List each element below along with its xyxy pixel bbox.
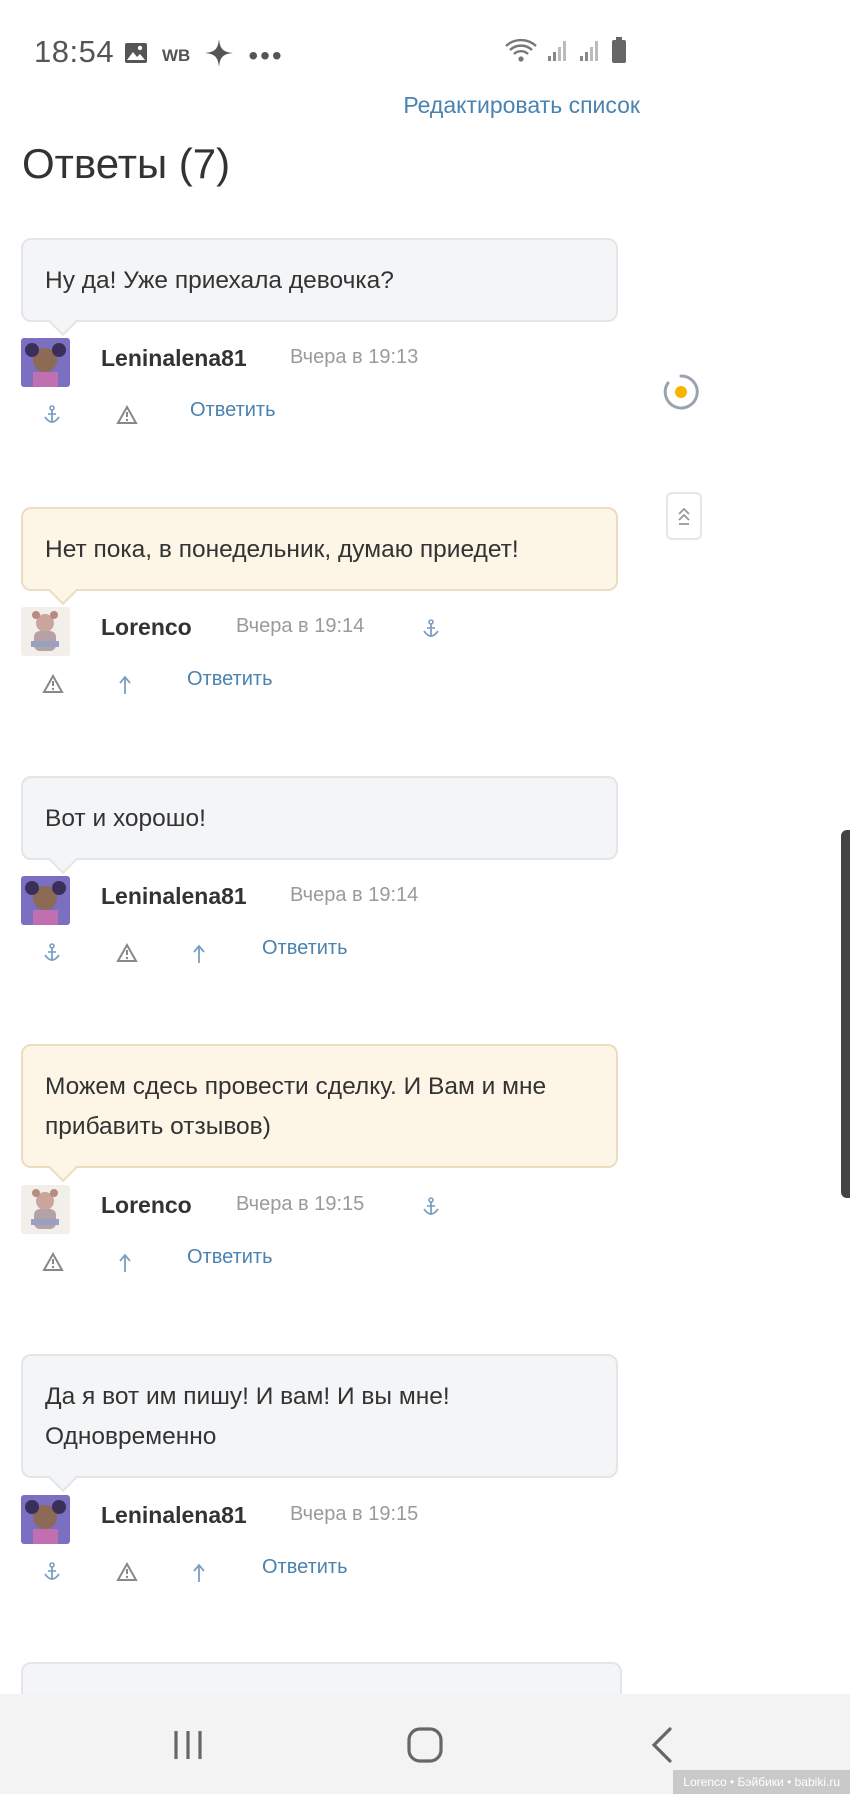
back-icon [651, 1727, 672, 1763]
comment-author[interactable]: Leninalena81 [101, 345, 247, 372]
system-nav-bar: Lorenco • Бэйбики • babiki.ru [0, 1694, 850, 1794]
avatar[interactable] [21, 1185, 70, 1234]
status-time: 18:54 [34, 34, 115, 69]
arrow-up-icon[interactable] [192, 944, 206, 964]
comment-time: Вчера в 19:14 [290, 884, 419, 906]
reply-button[interactable]: Ответить [187, 1246, 273, 1269]
avatar[interactable] [21, 607, 70, 656]
double-arrow-up-icon [678, 507, 690, 525]
reply-button[interactable]: Ответить [262, 1556, 348, 1579]
signal-icon [546, 38, 570, 67]
home-button[interactable] [395, 1722, 455, 1768]
home-icon [407, 1727, 443, 1763]
report-warning-icon[interactable] [42, 1252, 64, 1272]
arrow-up-icon[interactable] [118, 675, 132, 695]
recent-apps-icon [174, 1731, 202, 1759]
battery-icon [610, 36, 628, 69]
anchor-icon[interactable] [43, 405, 61, 425]
anchor-icon[interactable] [43, 943, 61, 963]
comment-time: Вчера в 19:13 [290, 346, 419, 368]
image-icon [124, 42, 148, 69]
comment-bubble: Да я вот им пишу! И вам! И вы мне! Однов… [21, 1354, 618, 1478]
report-warning-icon[interactable] [116, 1562, 138, 1582]
comment-bubble: Вот и хорошо! [21, 776, 618, 860]
comment-author[interactable]: Lorenco [101, 614, 192, 641]
edge-panel-handle[interactable] [841, 830, 850, 1198]
report-warning-icon[interactable] [42, 674, 64, 694]
watermark: Lorenco • Бэйбики • babiki.ru [673, 1770, 850, 1794]
avatar[interactable] [21, 1495, 70, 1544]
anchor-icon[interactable] [422, 619, 440, 639]
anchor-icon[interactable] [43, 1562, 61, 1582]
reply-button[interactable]: Ответить [187, 668, 273, 691]
comment-time: Вчера в 19:14 [236, 615, 365, 637]
comment-author[interactable]: Lorenco [101, 1192, 192, 1219]
comment-author[interactable]: Leninalena81 [101, 883, 247, 910]
back-button[interactable] [632, 1722, 692, 1768]
comment-time: Вчера в 19:15 [236, 1193, 365, 1215]
reply-button[interactable]: Ответить [262, 937, 348, 960]
comment-time: Вчера в 19:15 [290, 1503, 419, 1525]
comment-bubble: Можем сдесь провести сделку. И Вам и мне… [21, 1044, 618, 1168]
avatar[interactable] [21, 338, 70, 387]
report-warning-icon[interactable] [116, 943, 138, 963]
scroll-to-top-button[interactable] [666, 492, 702, 540]
more-dots-icon: ••• [248, 39, 284, 71]
recent-apps-button[interactable] [158, 1722, 218, 1768]
anchor-icon[interactable] [422, 1197, 440, 1217]
report-warning-icon[interactable] [116, 405, 138, 425]
signal-icon [578, 38, 602, 67]
comment-author[interactable]: Leninalena81 [101, 1502, 247, 1529]
page-title: Ответы (7) [22, 140, 231, 187]
avatar[interactable] [21, 876, 70, 925]
comment-bubble: Ну да! Уже приехала девочка? [21, 238, 618, 322]
sparkle-icon [204, 38, 234, 73]
edit-list-link[interactable]: Редактировать список [403, 92, 640, 119]
comment-bubble: Нет пока, в понедельник, думаю приедет! [21, 507, 618, 591]
arrow-up-icon[interactable] [118, 1253, 132, 1273]
wifi-icon [504, 37, 538, 68]
wb-icon: WB [162, 45, 191, 65]
reply-button[interactable]: Ответить [190, 399, 276, 422]
arrow-up-icon[interactable] [192, 1563, 206, 1583]
status-bar: 18:54 WB ••• [0, 0, 850, 100]
loading-spinner-icon [663, 374, 699, 410]
